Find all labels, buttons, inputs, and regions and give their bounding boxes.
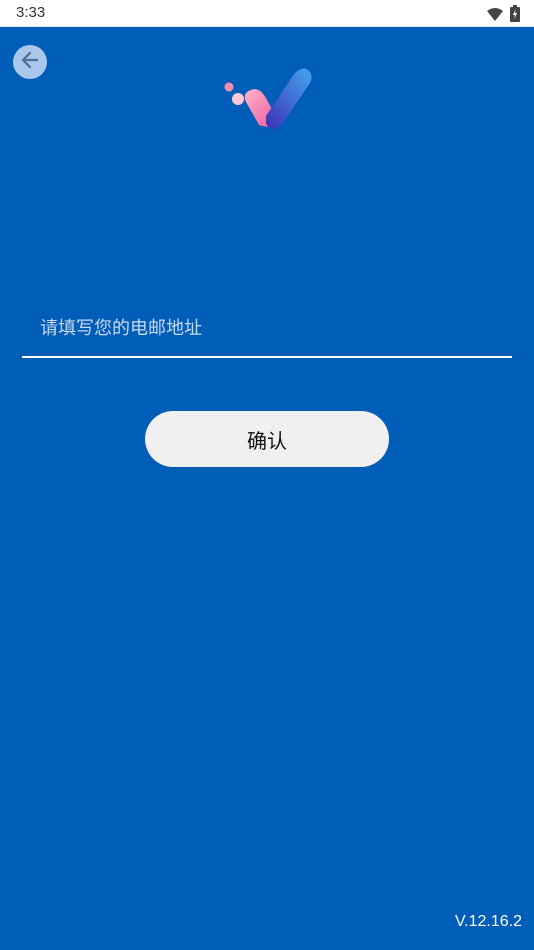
status-icons bbox=[486, 5, 520, 26]
status-bar: 3:33 bbox=[0, 0, 534, 27]
email-field-container bbox=[22, 300, 512, 360]
confirm-button[interactable]: 确认 bbox=[145, 411, 389, 467]
status-time: 3:33 bbox=[16, 4, 46, 21]
battery-icon bbox=[510, 5, 520, 26]
app-logo-icon bbox=[222, 64, 314, 132]
email-entry-screen: 3:33 请填写您的电邮地址 确认 V.12.16.2 bbox=[0, 0, 534, 950]
email-input[interactable] bbox=[22, 300, 512, 358]
back-button[interactable] bbox=[13, 45, 47, 79]
version-label: V.12.16.2 bbox=[454, 913, 522, 930]
arrow-left-icon bbox=[20, 50, 40, 74]
wifi-icon bbox=[486, 6, 504, 26]
